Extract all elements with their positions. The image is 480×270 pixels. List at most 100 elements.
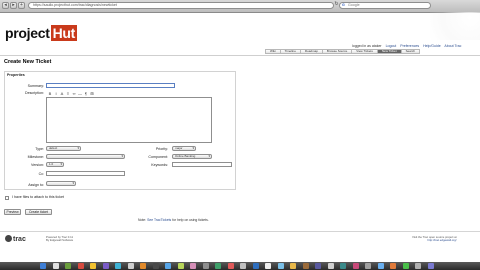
dock-app-icon[interactable]: [290, 263, 296, 269]
chevron-down-icon: ▾: [192, 146, 194, 150]
footer-visit: Visit the Trac open source project at htt…: [412, 235, 457, 243]
dock-app-icon[interactable]: [315, 263, 321, 269]
description-label: Description:: [25, 91, 44, 95]
dock-app-icon[interactable]: [40, 263, 46, 269]
dock-app-icon[interactable]: [277, 263, 284, 269]
dock-app-icon[interactable]: [377, 263, 384, 269]
trac-gear-icon: [5, 235, 12, 242]
nav-tab-search[interactable]: Search: [400, 49, 421, 54]
page-curl-decoration: [430, 12, 480, 40]
page-title: Create New Ticket: [4, 59, 52, 65]
summary-label: Summary:: [27, 84, 44, 88]
link-icon[interactable]: ∞: [72, 91, 76, 96]
help-note: Note: See TracTickets for help on using …: [138, 218, 209, 222]
type-select[interactable]: defect ▾: [46, 146, 81, 151]
create-ticket-button[interactable]: Create ticket: [25, 209, 52, 215]
wiki-toolbar: B I A ≡ ∞ — ¶ ⊞: [48, 91, 94, 96]
cc-label: Cc:: [38, 172, 44, 176]
nav-tab-new-ticket[interactable]: New Ticket: [376, 49, 401, 54]
trac-logo[interactable]: trac: [5, 235, 26, 243]
table-icon[interactable]: ⊞: [90, 91, 94, 96]
bold-icon[interactable]: B: [48, 91, 52, 96]
help-link[interactable]: Help/Guide: [423, 44, 441, 48]
dock-app-icon[interactable]: [202, 263, 209, 269]
priority-label: Priority:: [155, 147, 168, 151]
dock-app-icon[interactable]: [77, 263, 84, 269]
google-icon: G: [342, 3, 345, 7]
dock-app-icon[interactable]: [90, 263, 96, 269]
address-bar[interactable]: https://saullo.projecthut.com/trac/diagn…: [28, 2, 334, 9]
properties-legend: Properties: [7, 73, 25, 77]
paragraph-icon[interactable]: ¶: [84, 91, 88, 96]
projecthut-logo[interactable]: project Hut: [5, 25, 78, 41]
dock-app-icon[interactable]: [227, 263, 234, 269]
reload-button[interactable]: ↻: [334, 2, 339, 9]
dock-app-icon[interactable]: [215, 263, 221, 269]
heading-icon[interactable]: A: [60, 91, 64, 96]
chevron-down-icon: ▾: [121, 154, 123, 158]
nav-tab-browse-source[interactable]: Browse Source: [321, 49, 352, 54]
priority-select[interactable]: major ▾: [172, 146, 196, 151]
dock-app-icon[interactable]: [102, 263, 109, 269]
dock-app-icon[interactable]: [127, 263, 134, 269]
nav-tab-roadmap[interactable]: Roadmap: [299, 49, 322, 54]
footer-divider: [0, 231, 480, 232]
tractickets-link[interactable]: See TracTickets: [147, 218, 171, 222]
keywords-label: Keywords:: [151, 163, 168, 167]
dock-app-icon[interactable]: [327, 263, 334, 269]
dock-app-icon[interactable]: [65, 263, 71, 269]
dock-app-icon[interactable]: [52, 263, 59, 269]
logged-in-text: logged in as ataker: [352, 44, 382, 48]
dock-app-icon[interactable]: [252, 263, 259, 269]
attach-files-checkbox[interactable]: [5, 196, 9, 200]
dock-app-icon[interactable]: [190, 263, 196, 269]
italic-icon[interactable]: I: [54, 91, 58, 96]
header-divider: [0, 55, 480, 56]
dock-app-icon[interactable]: [165, 263, 171, 269]
logout-link[interactable]: Logout: [386, 44, 397, 48]
dock-app-icon[interactable]: [265, 263, 271, 269]
dock-app-icon[interactable]: [177, 263, 184, 269]
preferences-link[interactable]: Preferences: [400, 44, 419, 48]
milestone-label: Milestone:: [27, 155, 44, 159]
dock-app-icon[interactable]: [140, 263, 146, 269]
footer-powered-by: Powered by Trac 0.11 By Edgewall Software: [46, 235, 74, 243]
description-textarea[interactable]: [46, 97, 212, 143]
search-field[interactable]: G Google: [339, 2, 431, 9]
chevron-down-icon: ▾: [72, 181, 74, 185]
dock-app-icon[interactable]: [152, 263, 159, 269]
dock-app-icon[interactable]: [352, 263, 359, 269]
dock-app-icon[interactable]: [302, 263, 309, 269]
back-button[interactable]: ◂: [2, 2, 9, 9]
assign-to-select[interactable]: ▾: [46, 181, 76, 186]
dock-app-icon[interactable]: [402, 263, 409, 269]
type-label: Type:: [35, 147, 44, 151]
milestone-select[interactable]: ▾: [46, 154, 125, 159]
about-link[interactable]: About Trac: [444, 44, 461, 48]
add-bookmark-button[interactable]: +: [18, 2, 25, 9]
dock-app-icon[interactable]: [415, 263, 421, 269]
component-label: Component:: [148, 155, 168, 159]
cc-input[interactable]: [46, 171, 125, 176]
dock-app-icon[interactable]: [115, 263, 121, 269]
nav-tab-view-tickets[interactable]: View Tickets: [351, 49, 377, 54]
keywords-input[interactable]: [172, 162, 232, 167]
dock-app-icon[interactable]: [390, 263, 396, 269]
dock-app-icon[interactable]: [365, 263, 371, 269]
dock-app-icon[interactable]: [340, 263, 346, 269]
preview-button[interactable]: Preview: [4, 209, 21, 215]
chevron-down-icon: ▾: [77, 146, 79, 150]
nav-tab-wiki[interactable]: Wiki: [265, 49, 280, 54]
summary-input[interactable]: [46, 83, 175, 88]
component-select[interactable]: Online Banking ▾: [172, 154, 212, 159]
dock-app-icon[interactable]: [427, 263, 434, 269]
hr-icon[interactable]: —: [78, 91, 82, 96]
forward-button[interactable]: ▸: [10, 2, 17, 9]
nav-tab-timeline[interactable]: Timeline: [279, 49, 300, 54]
chevron-down-icon: ▾: [208, 154, 210, 158]
list-icon[interactable]: ≡: [66, 91, 70, 96]
dock-app-icon[interactable]: [240, 263, 246, 269]
version-select[interactable]: 1.0 ▾: [46, 162, 64, 167]
meta-nav: logged in as ataker Logout Preferences H…: [352, 44, 464, 48]
browser-toolbar: ◂ ▸ + https://saullo.projecthut.com/trac…: [0, 0, 480, 13]
